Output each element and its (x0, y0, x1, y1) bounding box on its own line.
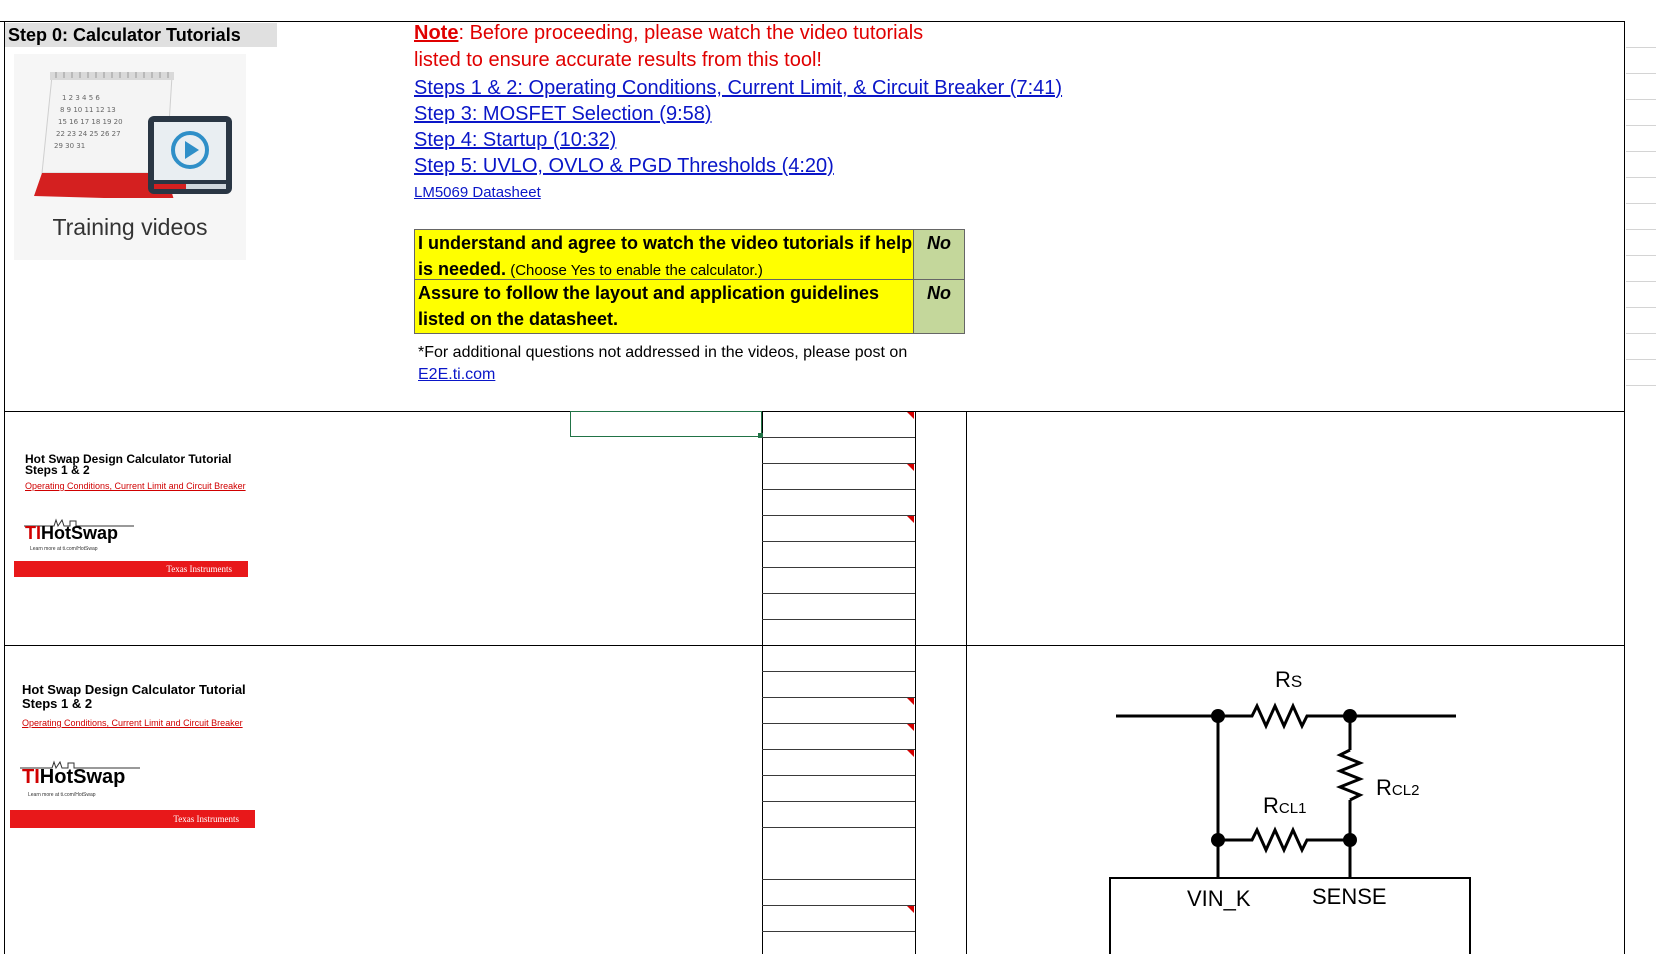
note-line-2: listed to ensure accurate results from t… (414, 49, 822, 71)
agreement-1-text: I understand and agree to watch the vide… (414, 229, 914, 280)
svg-text:22 23 24 25 26 27: 22 23 24 25 26 27 (56, 130, 121, 138)
comment-indicator[interactable] (907, 464, 914, 471)
agreement-2-select[interactable]: No (913, 279, 965, 334)
comment-indicator[interactable] (907, 412, 914, 419)
section-divider-2 (4, 645, 1625, 646)
rs-label: RS (1275, 667, 1303, 692)
footer-note: *For additional questions not addressed … (418, 344, 908, 383)
comment-indicator[interactable] (907, 516, 914, 523)
note-line-1: Note: Before proceeding, please watch th… (414, 22, 924, 44)
sheet-left-border (4, 21, 5, 954)
link-datasheet[interactable]: LM5069 Datasheet (414, 183, 541, 203)
table-col-right (915, 411, 916, 954)
thumb-tagline: Learn more at ti.com/HotSwap (28, 792, 96, 798)
training-videos-caption: Training videos (52, 214, 208, 240)
pin-vin-k: VIN_K (1187, 886, 1251, 911)
thumb-subtitle: Operating Conditions, Current Limit and … (25, 481, 246, 491)
comment-indicator[interactable] (907, 698, 914, 705)
ti-footer-bar: Texas Instruments (14, 561, 248, 577)
link-step-3[interactable]: Step 3: MOSFET Selection (9:58) (414, 101, 712, 127)
svg-text:15 16 17 18 19 20: 15 16 17 18 19 20 (58, 118, 123, 126)
ti-footer-bar: Texas Instruments (10, 810, 255, 828)
thumb-brand: TIHotSwap (22, 766, 126, 788)
pin-sense: SENSE (1312, 884, 1387, 909)
video-thumbnail-1[interactable]: Hot Swap Design Calculator Tutorial Step… (14, 450, 252, 578)
calendar-video-icon: 1 2 3 4 5 6 8 9 10 11 12 13 15 16 17 18 … (34, 72, 232, 198)
thumb-brand: TIHotSwap (25, 523, 119, 543)
sheet-right-border (1624, 21, 1625, 954)
training-videos-tile[interactable]: 1 2 3 4 5 6 8 9 10 11 12 13 15 16 17 18 … (14, 54, 246, 260)
section-divider-1 (4, 411, 1625, 412)
step-header: Step 0: Calculator Tutorials (5, 23, 277, 47)
svg-text:8 9 10 11 12 13: 8 9 10 11 12 13 (60, 106, 116, 114)
link-e2e[interactable]: E2E.ti.com (418, 366, 495, 383)
thumb-subtitle: Operating Conditions, Current Limit and … (22, 718, 243, 728)
link-step-5[interactable]: Step 5: UVLO, OVLO & PGD Thresholds (4:2… (414, 153, 834, 179)
rcl1-label: RCL1 (1263, 793, 1307, 818)
comment-indicator[interactable] (907, 724, 914, 731)
comment-indicator[interactable] (907, 906, 914, 913)
agreement-2-text: Assure to follow the layout and applicat… (414, 279, 914, 334)
thumb-steps: Steps 1 & 2 (25, 463, 90, 477)
svg-text:1 2 3 4 5 6: 1 2 3 4 5 6 (62, 94, 100, 102)
table-col-far (966, 411, 967, 954)
thumb-tagline: Learn more at ti.com/HotSwap (30, 546, 98, 552)
comment-indicator[interactable] (907, 750, 914, 757)
rcl2-label: RCL2 (1376, 775, 1420, 800)
thumb-steps: Steps 1 & 2 (22, 696, 93, 711)
link-steps-1-2[interactable]: Steps 1 & 2: Operating Conditions, Curre… (414, 75, 1062, 101)
table-col-left (762, 411, 763, 954)
note-label: Note (414, 22, 459, 44)
svg-text:29 30 31: 29 30 31 (54, 142, 85, 150)
link-step-4[interactable]: Step 4: Startup (10:32) (414, 127, 616, 153)
thumb-title: Hot Swap Design Calculator Tutorial (22, 682, 246, 697)
agreement-1-select[interactable]: No (913, 229, 965, 280)
video-thumbnail-2[interactable]: Hot Swap Design Calculator Tutorial Step… (10, 680, 255, 830)
selected-cell[interactable] (570, 411, 762, 437)
